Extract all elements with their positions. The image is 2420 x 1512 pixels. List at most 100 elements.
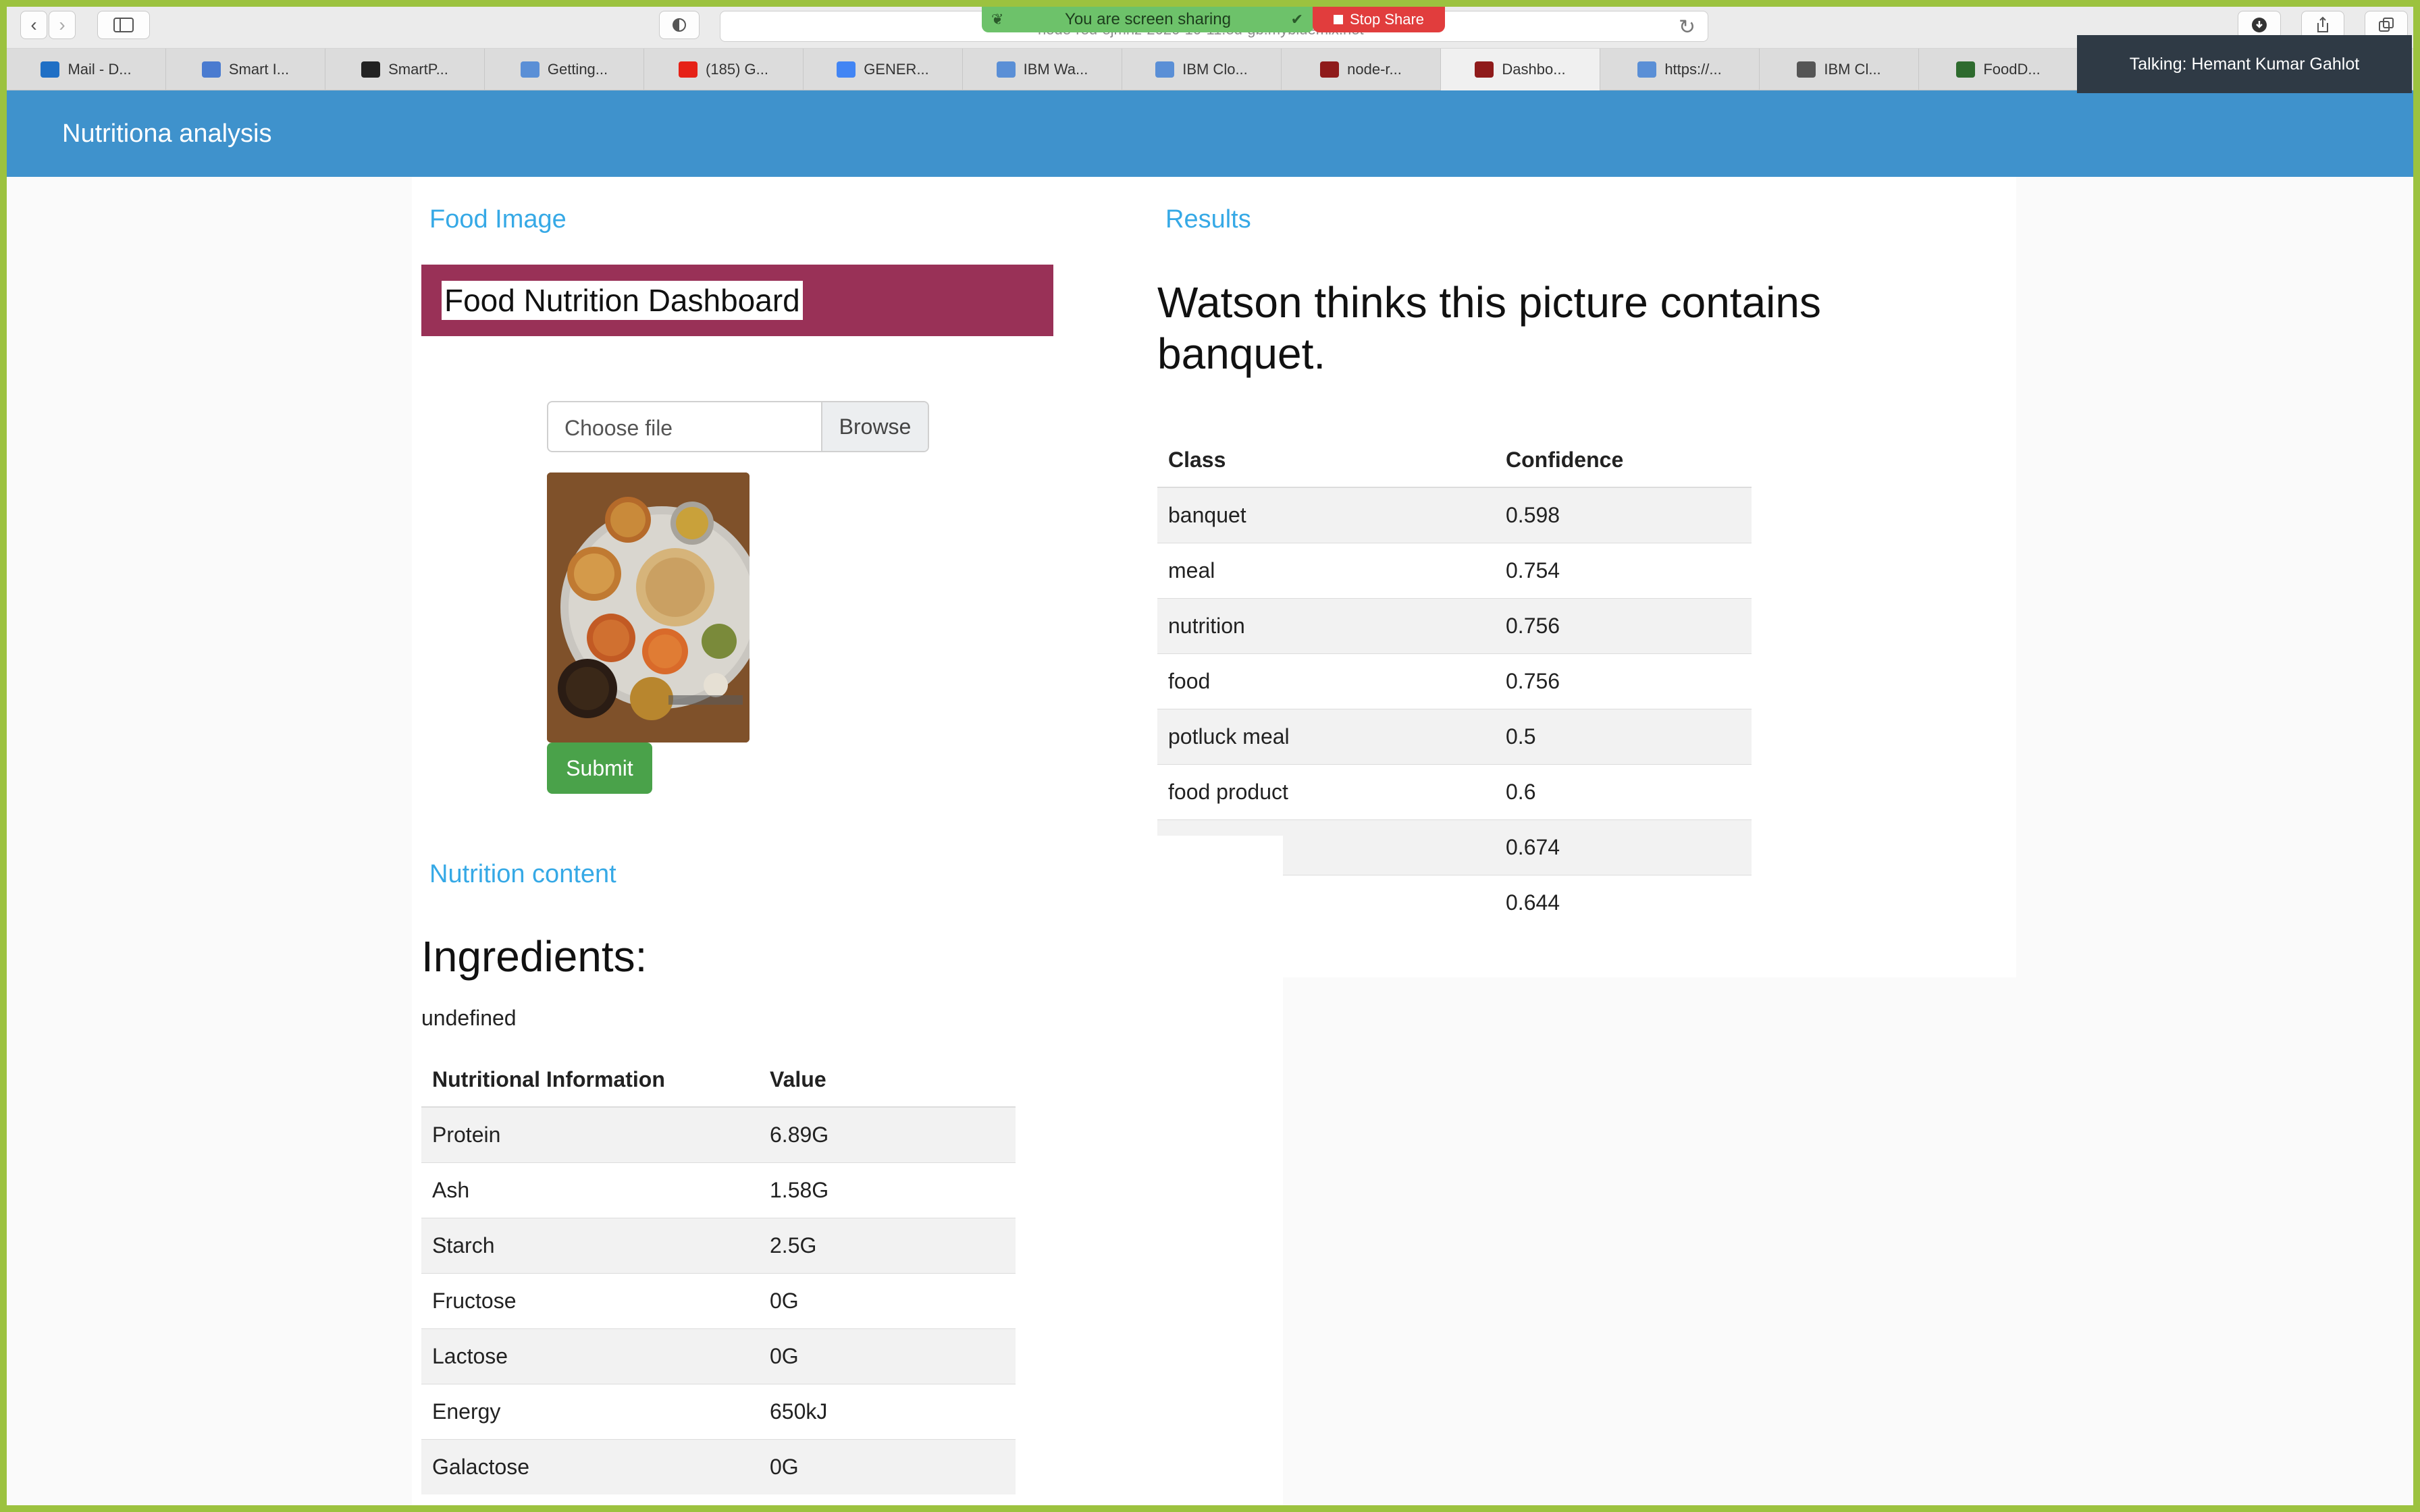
results-title: Results	[1165, 205, 1251, 234]
chevron-right-icon: ›	[59, 14, 65, 35]
reload-icon[interactable]: ↻	[1679, 16, 1695, 39]
chevron-left-icon: ‹	[30, 14, 37, 35]
browser-tab-label: https://...	[1664, 61, 1722, 78]
nutrition-title: Nutrition content	[429, 860, 616, 888]
food-thali-image	[547, 473, 749, 742]
leaf-icon: ❦	[991, 11, 1004, 28]
app-navbar: Nutritiona analysis	[7, 90, 2413, 177]
class-column-header: Class	[1157, 433, 1495, 488]
talking-indicator: Talking: Hemant Kumar Gahlot	[2077, 35, 2412, 93]
stop-share-button[interactable]: Stop Share	[1313, 7, 1445, 32]
cloud-icon	[520, 61, 540, 78]
table-cell-value: 0.5	[1495, 708, 1752, 764]
usda-icon	[1956, 61, 1976, 78]
sidebar-icon	[113, 18, 134, 32]
table-cell-label: food product	[1157, 763, 1495, 819]
browser-tab[interactable]: Mail - D...	[7, 49, 166, 90]
nutrition-panel: Nutrition content Ingredients: undefined…	[412, 836, 1283, 1505]
table-cell-value: 0.756	[1495, 597, 1752, 653]
browser-tab-label: Mail - D...	[68, 61, 132, 78]
browser-toolbar: ‹ › node-red-ejmnz-2020-10-11.eu-gb.mybl…	[7, 7, 2413, 49]
screen-frame: ‹ › node-red-ejmnz-2020-10-11.eu-gb.mybl…	[7, 7, 2413, 1505]
browser-tab[interactable]: FoodD...	[1919, 49, 2078, 90]
browser-tab[interactable]: Smart I...	[166, 49, 325, 90]
privacy-report-button[interactable]	[659, 11, 700, 39]
table-cell-value: 0G	[759, 1328, 1016, 1384]
node-red-icon	[1320, 61, 1340, 78]
nutrition-table-header: Nutritional Information Value	[421, 1053, 1016, 1108]
dashboard-banner: Food Nutrition Dashboard	[421, 265, 1053, 336]
table-cell-label: nutrition	[1157, 597, 1495, 653]
table-cell-label: Fructose	[421, 1272, 759, 1328]
download-icon	[2252, 18, 2267, 32]
results-heading: Watson thinks this picture contains banq…	[1157, 278, 1821, 378]
browser-tab-label: Smart I...	[228, 61, 290, 78]
node-red-icon	[1475, 61, 1494, 78]
browser-tab-label: FoodD...	[1983, 61, 2041, 78]
table-cell-label: banquet	[1157, 487, 1495, 543]
tabs-icon	[2379, 18, 2394, 32]
app-brand[interactable]: Nutritiona analysis	[62, 119, 271, 148]
file-input-placeholder: Choose file	[564, 416, 673, 440]
tab-bar: Mail - D... Smart I... SmartP... Getting...…	[7, 49, 2413, 90]
table-cell-value: 650kJ	[759, 1383, 1016, 1439]
table-cell-label: Starch	[421, 1217, 759, 1273]
sidebar-toggle-button[interactable]	[97, 11, 150, 39]
browse-button[interactable]: Browse	[821, 402, 928, 451]
browser-tab[interactable]: Dashbo...	[1441, 49, 1600, 90]
table-row: Galactose 0G	[421, 1438, 1016, 1494]
food-image-title: Food Image	[429, 205, 567, 234]
table-row: banquet 0.598	[1157, 487, 1752, 543]
table-cell-value: 0G	[759, 1438, 1016, 1494]
food-photo	[547, 473, 749, 742]
food-image-panel: Food Image Food Nutrition Dashboard Choo…	[412, 177, 1138, 840]
browser-tab[interactable]: IBM Wa...	[963, 49, 1122, 90]
browser-tab-label: IBM Clo...	[1182, 61, 1248, 78]
table-row: Fructose 0G	[421, 1272, 1016, 1328]
browser-tab[interactable]: node-r...	[1282, 49, 1441, 90]
github-icon	[361, 61, 381, 78]
browser-tab[interactable]: GENER...	[804, 49, 963, 90]
table-row: Lactose 0G	[421, 1328, 1016, 1384]
stop-share-label: Stop Share	[1349, 11, 1425, 28]
back-button[interactable]: ‹	[20, 11, 47, 39]
table-cell-label: Ash	[421, 1162, 759, 1218]
youtube-icon	[679, 61, 698, 78]
browser-tab[interactable]: (185) G...	[644, 49, 804, 90]
browser-tab-label: GENER...	[864, 61, 929, 78]
table-cell-value: 1.58G	[759, 1162, 1016, 1218]
browser-tab-label: Getting...	[547, 61, 608, 78]
browser-tab[interactable]: IBM Clo...	[1122, 49, 1282, 90]
stop-square-icon	[1333, 15, 1343, 24]
table-row: food product 0.6	[1157, 763, 1752, 819]
file-input[interactable]: Choose file Browse	[547, 401, 929, 452]
browser-tab[interactable]: SmartP...	[325, 49, 485, 90]
confidence-column-header: Confidence	[1495, 433, 1752, 488]
cloud-icon	[1155, 61, 1175, 78]
table-cell-value: 2.5G	[759, 1217, 1016, 1273]
value-column-header: Value	[759, 1053, 1016, 1108]
table-row: Ash 1.58G	[421, 1162, 1016, 1218]
table-cell-value: 0G	[759, 1272, 1016, 1328]
outlook-icon	[41, 61, 60, 78]
browser-tab-label: (185) G...	[706, 61, 768, 78]
browser-tab[interactable]: IBM Cl...	[1760, 49, 1919, 90]
table-cell-label: Protein	[421, 1106, 759, 1162]
browser-tab[interactable]: Getting...	[485, 49, 644, 90]
browser-tab-label: IBM Cl...	[1824, 61, 1881, 78]
table-cell-label: Lactose	[421, 1328, 759, 1384]
table-row: Protein 6.89G	[421, 1106, 1016, 1162]
table-cell-value: 0.756	[1495, 653, 1752, 709]
table-row: food 0.756	[1157, 653, 1752, 709]
nutrition-info-column-header: Nutritional Information	[421, 1053, 759, 1108]
screen-sharing-indicator: ❦ You are screen sharing ✔	[982, 7, 1314, 32]
google-icon	[837, 61, 856, 78]
browser-tab[interactable]: https://...	[1600, 49, 1760, 90]
table-row: nutrition 0.756	[1157, 597, 1752, 653]
ingredients-value: undefined	[421, 1006, 517, 1030]
browser-tab-label: node-r...	[1347, 61, 1402, 78]
share-icon	[2317, 16, 2328, 32]
submit-button[interactable]: Submit	[547, 742, 652, 794]
forward-button[interactable]: ›	[49, 11, 76, 39]
table-cell-value: 0.6	[1495, 763, 1752, 819]
